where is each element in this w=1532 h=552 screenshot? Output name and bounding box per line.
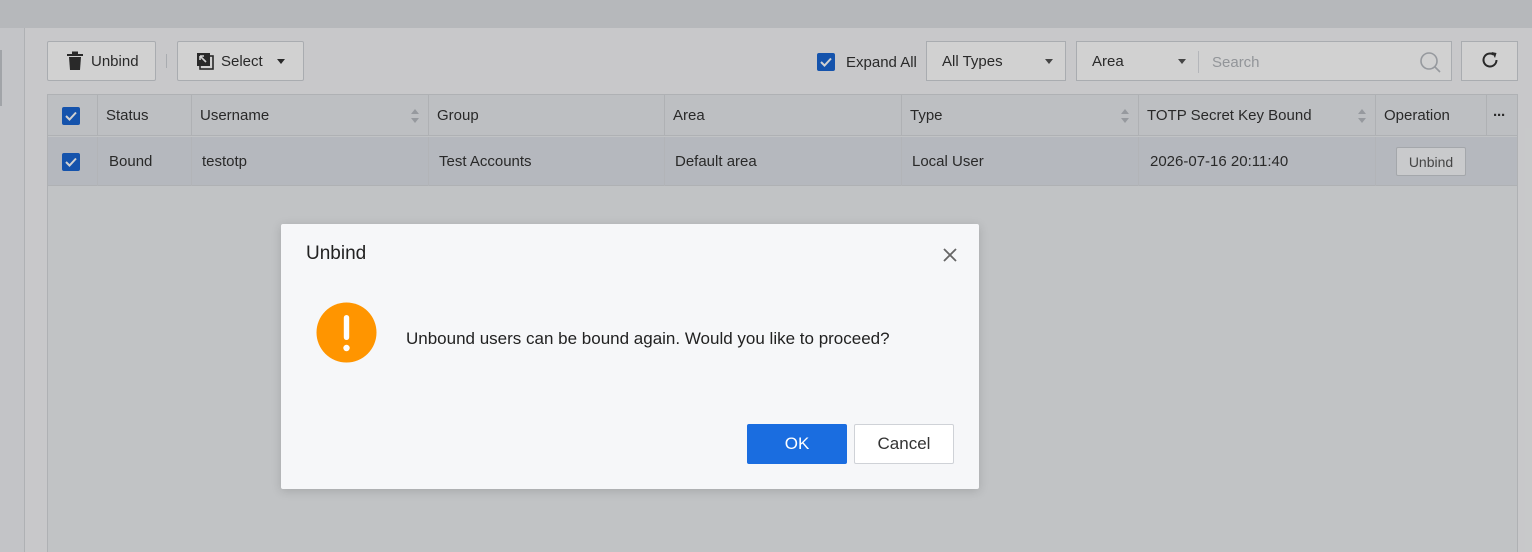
close-icon[interactable] [940, 245, 960, 265]
dialog-title: Unbind [306, 243, 367, 264]
ok-button[interactable]: OK [747, 424, 847, 464]
cancel-button[interactable]: Cancel [854, 424, 954, 464]
unbind-dialog: Unbind Unbound users can be bound again.… [281, 224, 979, 489]
warning-icon [316, 302, 377, 363]
dialog-message: Unbound users can be bound again. Would … [406, 329, 890, 348]
